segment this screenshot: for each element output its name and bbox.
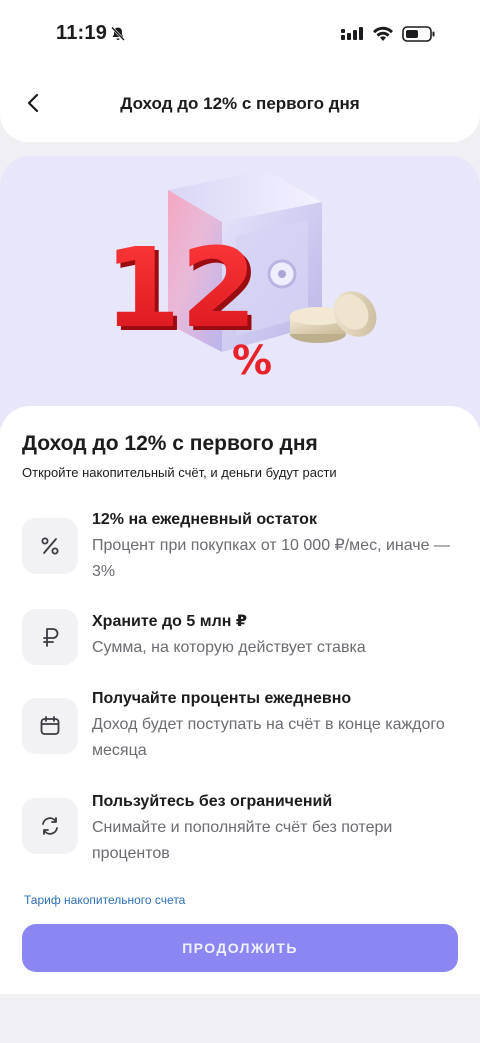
feature-icon-box	[22, 698, 78, 754]
feature-icon-box	[22, 609, 78, 665]
bell-off-icon	[111, 26, 125, 41]
feature-description: Снимайте и пополняйте счёт без потери пр…	[92, 819, 393, 862]
feature-title: 12% на ежедневный остаток	[92, 511, 317, 528]
percent-icon	[41, 537, 59, 555]
header: Доход до 12% с первого дня	[0, 62, 480, 142]
feature-title: Пользуйтесь без ограничений	[92, 793, 333, 810]
battery-icon	[402, 26, 435, 42]
feature-title: Храните до 5 млн ₽	[92, 613, 247, 630]
refresh-icon	[42, 817, 58, 835]
content-subtitle: Откройте накопительный счёт, и деньги бу…	[22, 465, 337, 480]
feature-title: Получайте проценты ежедневно	[92, 690, 352, 707]
continue-button[interactable]: ПРОДОЛЖИТЬ	[22, 924, 458, 972]
wifi-icon	[373, 26, 393, 41]
tariff-link[interactable]: Тариф накопительного счета	[24, 893, 185, 907]
status-bar: 11:19	[0, 0, 480, 62]
hero-percent: %	[232, 338, 272, 384]
feature-icon-box	[22, 798, 78, 854]
signal-icon	[341, 27, 363, 40]
hero-banner: 12 12 %	[0, 156, 480, 426]
content-title: Доход до 12% с первого дня	[22, 432, 318, 455]
feature-description: Сумма, на которую действует ставка	[92, 639, 366, 656]
hero-number: 12	[104, 224, 257, 352]
bottom-area	[0, 994, 480, 1043]
calendar-icon	[40, 716, 60, 735]
feature-description: Доход будет поступать на счёт в конце ка…	[92, 716, 445, 759]
page-title: Доход до 12% с первого дня	[120, 94, 360, 113]
status-time: 11:19	[56, 22, 108, 44]
content-sheet: Доход до 12% с первого дня Откройте нако…	[0, 406, 480, 994]
feature-icon-box	[22, 518, 78, 574]
ruble-icon	[43, 628, 59, 647]
safe-illustration: 12 12 %	[104, 170, 377, 384]
feature-description: Процент при покупках от 10 000 ₽/мес, ин…	[92, 537, 450, 580]
